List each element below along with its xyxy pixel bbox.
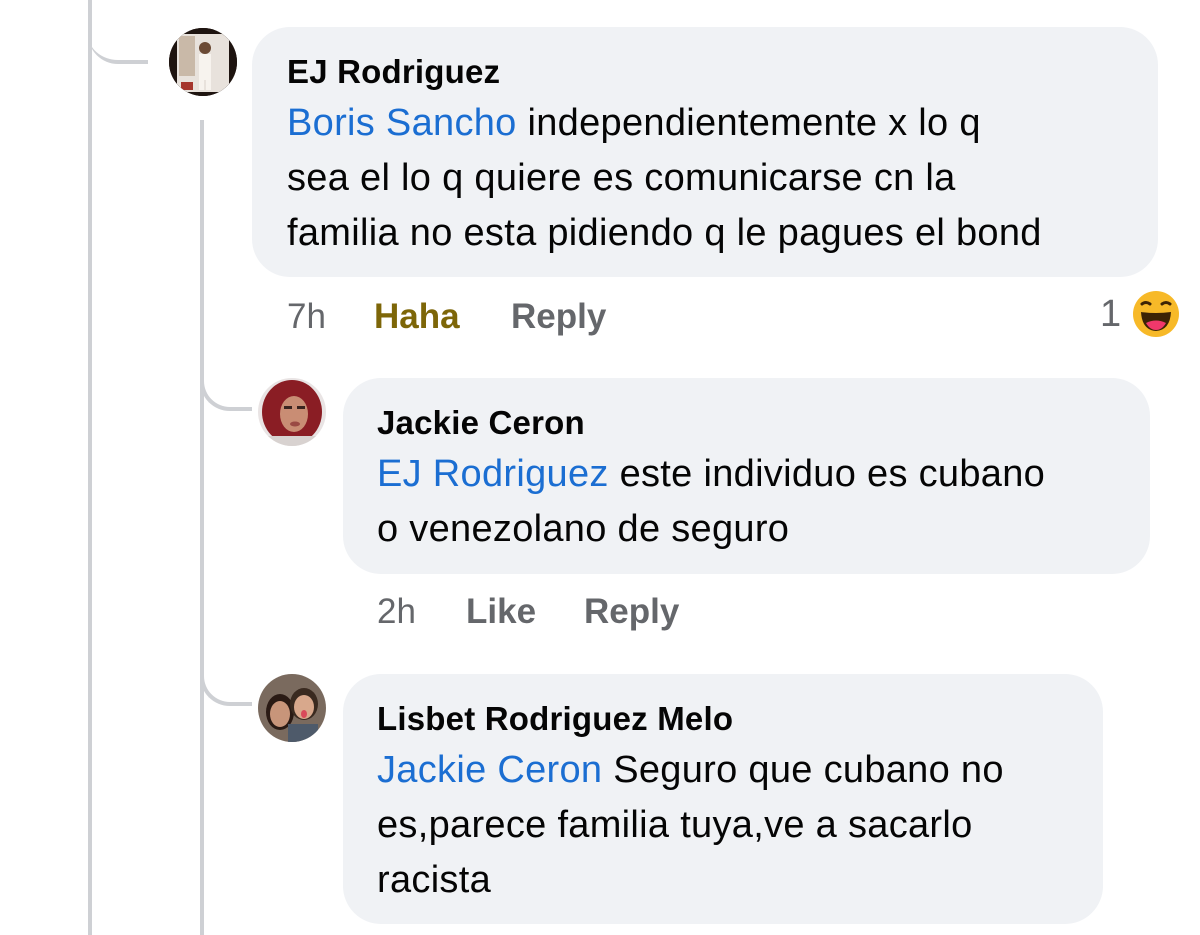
comment-text-line: o venezolano de seguro	[377, 508, 790, 550]
reply-button[interactable]: Reply	[511, 297, 606, 337]
thread-connector-lisbet	[200, 640, 252, 706]
comment-text-lisbet-rodriguez-melo: Jackie Ceron Seguro que cubano no es,par…	[377, 743, 1097, 908]
thread-line-outer	[88, 0, 92, 935]
avatar-jackie-ceron-icon	[258, 378, 326, 446]
comment-text-line: este individuo es cubano	[608, 453, 1046, 495]
comment-author-jackie-ceron[interactable]: Jackie Ceron	[377, 404, 585, 442]
haha-reaction-button[interactable]: Haha	[374, 297, 460, 337]
thread-connector-top	[88, 0, 148, 64]
comment-text-line: familia no esta pidiendo q le pagues el …	[287, 212, 1042, 254]
avatar-lisbet-rodriguez-melo[interactable]	[258, 674, 326, 742]
comment-text-line: racista	[377, 859, 492, 901]
haha-emoji-icon[interactable]	[1132, 290, 1180, 338]
comment-text-line: independientemente x lo q	[516, 102, 981, 144]
comment-text-line: Seguro que cubano no	[602, 749, 1004, 791]
mention-jackie-ceron[interactable]: Jackie Ceron	[377, 749, 602, 791]
mention-ej-rodriguez[interactable]: EJ Rodriguez	[377, 453, 609, 495]
comment-time[interactable]: 2h	[377, 592, 416, 632]
comment-text-line: es,parece familia tuya,ve a sacarlo	[377, 804, 973, 846]
comment-text-jackie-ceron: EJ Rodriguez este individuo es cubano o …	[377, 447, 1147, 557]
avatar-ej-rodriguez[interactable]	[169, 28, 237, 96]
comment-text-ej-rodriguez: Boris Sancho independientemente x lo q s…	[287, 96, 1147, 261]
thread-connector-jackie	[200, 345, 252, 411]
comment-text-line: sea el lo q quiere es comunicarse cn la	[287, 157, 956, 199]
thread-line-inner	[200, 120, 204, 935]
avatar-ej-rodriguez-icon	[169, 28, 237, 96]
avatar-lisbet-rodriguez-melo-icon	[258, 674, 326, 742]
comment-time[interactable]: 7h	[287, 297, 326, 337]
mention-boris-sancho[interactable]: Boris Sancho	[287, 102, 517, 144]
comment-author-lisbet-rodriguez-melo[interactable]: Lisbet Rodriguez Melo	[377, 700, 733, 738]
comment-author-ej-rodriguez[interactable]: EJ Rodriguez	[287, 53, 500, 91]
like-button[interactable]: Like	[466, 592, 536, 632]
reply-button[interactable]: Reply	[584, 592, 679, 632]
avatar-jackie-ceron[interactable]	[258, 378, 326, 446]
reaction-count[interactable]: 1	[1100, 293, 1121, 336]
